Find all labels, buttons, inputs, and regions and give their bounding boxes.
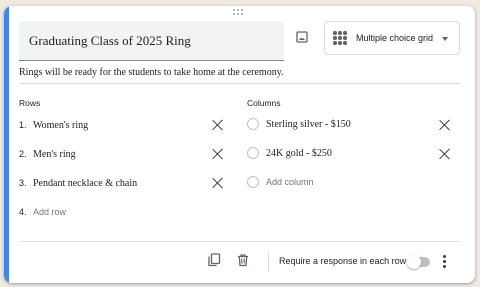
column-option[interactable]: Sterling silver - $150 xyxy=(247,115,467,133)
radio-icon xyxy=(247,118,259,130)
row-number: 1. xyxy=(19,120,27,130)
add-row-label[interactable]: Add row xyxy=(33,207,66,217)
add-column-label[interactable]: Add column xyxy=(266,177,314,187)
rows-heading: Rows xyxy=(19,98,41,108)
question-card: Graduating Class of 2025 Ring Multiple c… xyxy=(4,6,475,283)
add-column[interactable]: Add column xyxy=(247,173,467,191)
radio-icon xyxy=(247,176,259,188)
required-toggle[interactable] xyxy=(407,255,430,269)
more-vert-icon[interactable] xyxy=(443,255,447,269)
question-type-select[interactable]: Multiple choice grid xyxy=(324,21,460,55)
remove-row-close-icon[interactable] xyxy=(212,148,224,160)
row-label[interactable]: Pendant necklace & chain xyxy=(33,178,137,189)
toggle-knob xyxy=(407,255,421,269)
remove-row-close-icon[interactable] xyxy=(212,177,224,189)
required-toggle-label: Require a response in each row xyxy=(279,256,407,266)
duplicate-icon[interactable] xyxy=(207,253,221,267)
column-label[interactable]: 24K gold - $250 xyxy=(266,148,332,159)
row-option[interactable]: 1. Women's ring xyxy=(19,116,229,134)
row-number: 3. xyxy=(19,178,27,188)
radio-icon xyxy=(247,147,259,159)
question-title-field[interactable]: Graduating Class of 2025 Ring xyxy=(19,21,284,61)
column-label[interactable]: Sterling silver - $150 xyxy=(266,119,351,130)
drag-handle-icon[interactable] xyxy=(233,9,247,17)
footer-divider xyxy=(19,241,461,242)
row-label[interactable]: Women's ring xyxy=(33,120,88,131)
remove-column-close-icon[interactable] xyxy=(439,148,451,160)
remove-column-close-icon[interactable] xyxy=(439,119,451,131)
columns-heading: Columns xyxy=(247,98,281,108)
question-description-field[interactable]: Rings will be ready for the students to … xyxy=(19,66,461,84)
row-option[interactable]: 3. Pendant necklace & chain xyxy=(19,174,229,192)
grid-icon xyxy=(333,31,347,45)
remove-row-close-icon[interactable] xyxy=(212,119,224,131)
footer-separator xyxy=(268,252,269,272)
image-icon xyxy=(296,31,308,43)
chevron-down-icon xyxy=(442,37,448,41)
question-type-label: Multiple choice grid xyxy=(356,33,434,43)
active-accent-bar xyxy=(4,6,9,283)
question-title: Graduating Class of 2025 Ring xyxy=(29,32,191,48)
row-number: 4. xyxy=(19,207,27,217)
delete-icon[interactable] xyxy=(236,253,250,267)
add-image-button[interactable] xyxy=(294,29,310,45)
row-number: 2. xyxy=(19,149,27,159)
row-option[interactable]: 2. Men's ring xyxy=(19,145,229,163)
add-row[interactable]: 4. Add row xyxy=(19,203,229,221)
row-label[interactable]: Men's ring xyxy=(33,149,76,160)
column-option[interactable]: 24K gold - $250 xyxy=(247,144,467,162)
